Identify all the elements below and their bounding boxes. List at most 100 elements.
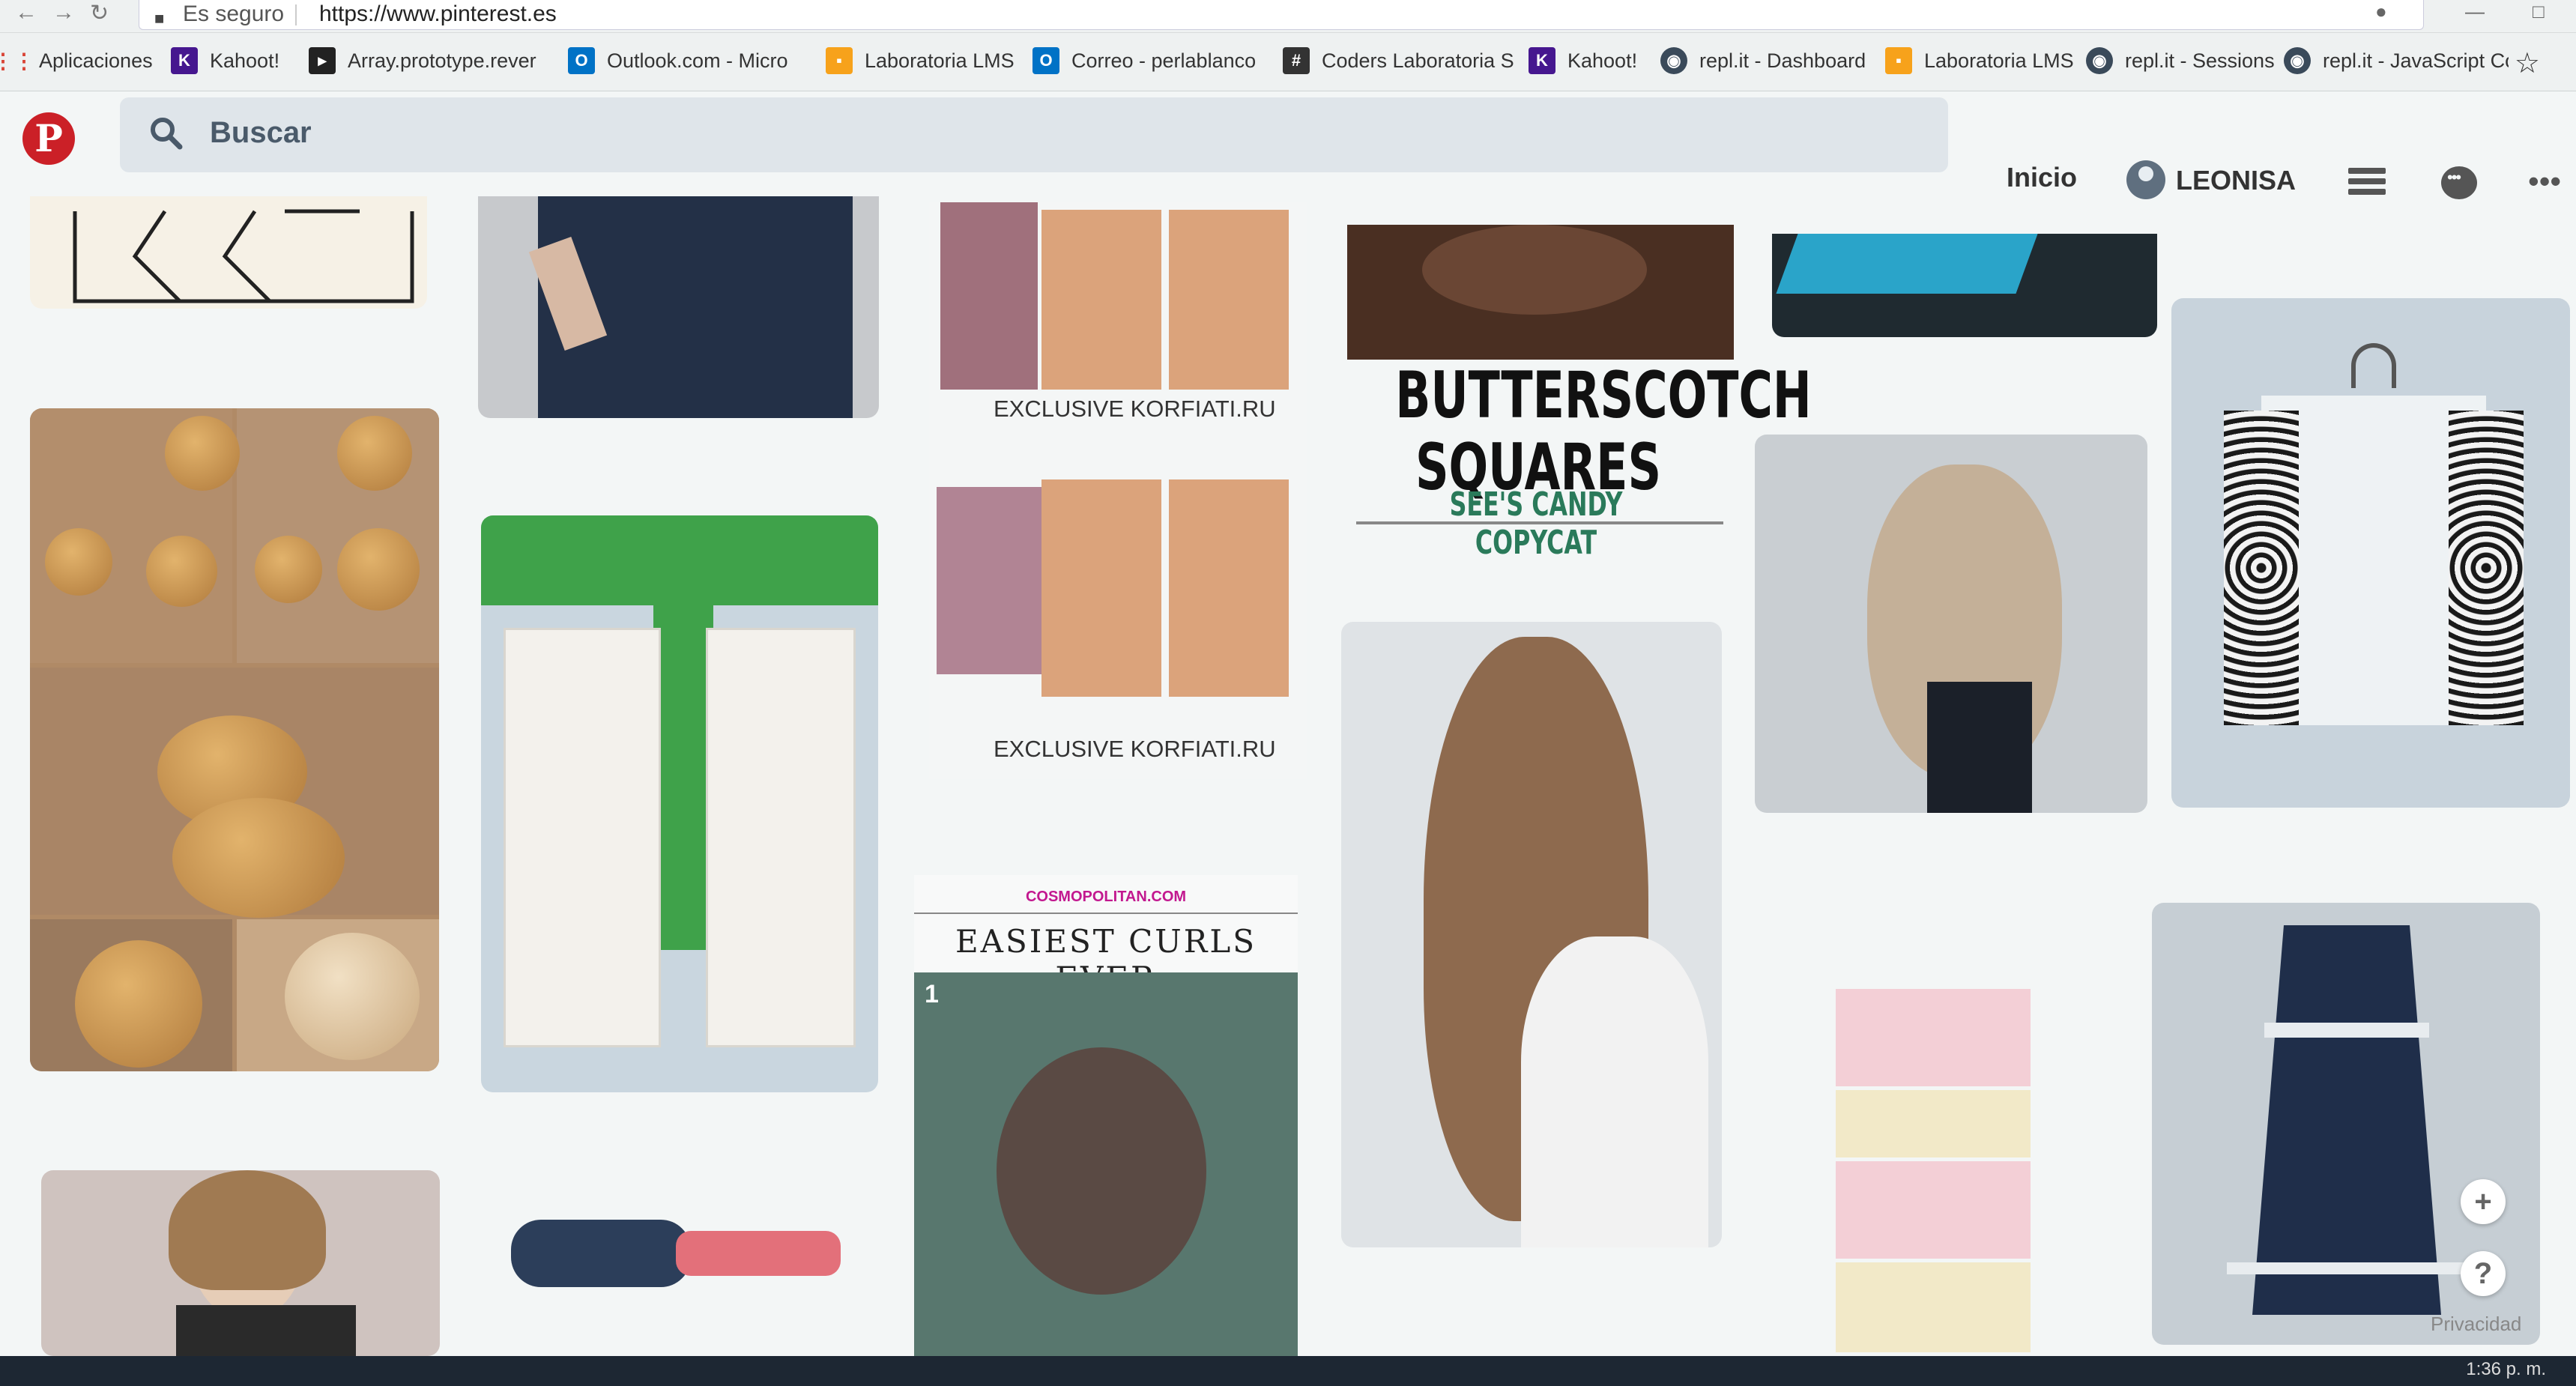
dough-ball bbox=[337, 528, 420, 611]
bookmark-label: Correo - perlablanco bbox=[1071, 49, 1257, 72]
minimize-icon[interactable]: — bbox=[2465, 0, 2485, 23]
dress-panel-right bbox=[2449, 411, 2524, 725]
chat-icon[interactable] bbox=[2441, 166, 2477, 199]
fabric-panel-right bbox=[706, 628, 856, 1047]
bookmark-replit-javascript[interactable]: ◉ repl.it - JavaScript Co bbox=[2284, 42, 2509, 79]
watermark-text: EXCLUSIVE KORFIATI.RU bbox=[994, 736, 1276, 762]
privacy-link[interactable]: Privacidad bbox=[2431, 1313, 2521, 1336]
dress-sash bbox=[2264, 1023, 2429, 1038]
pattern-piece bbox=[1041, 210, 1161, 390]
bookmark-star-icon[interactable]: ☆ bbox=[2515, 46, 2540, 80]
replit-icon: ◉ bbox=[2086, 47, 2113, 74]
pin-wedding-hair[interactable] bbox=[1341, 622, 1722, 1247]
hanger-icon bbox=[2351, 343, 2396, 388]
pin-skirt-patterns[interactable] bbox=[929, 202, 1307, 779]
bookmark-laboratoria-1[interactable]: ▪ Laboratoria LMS bbox=[826, 42, 1021, 79]
pattern-piece bbox=[1169, 210, 1289, 390]
step-number: 1 bbox=[925, 980, 939, 1008]
pin-hair-brush[interactable] bbox=[496, 1197, 856, 1302]
forward-icon[interactable]: → bbox=[52, 0, 75, 25]
fabric-panel-left bbox=[504, 628, 661, 1047]
more-options-icon[interactable]: ••• bbox=[2528, 166, 2561, 197]
search-input[interactable]: Buscar bbox=[120, 97, 1948, 172]
kahoot-icon: K bbox=[171, 47, 198, 74]
bookmark-label: Laboratoria LMS bbox=[865, 49, 1015, 72]
brush-handle bbox=[676, 1231, 841, 1276]
pin-source: COSMOPOLITAN.COM bbox=[1025, 889, 1187, 905]
slack-icon: # bbox=[1283, 47, 1310, 74]
cake-layer bbox=[1836, 1090, 2031, 1157]
dough-ball bbox=[255, 536, 322, 603]
pin-butterscotch-photo[interactable] bbox=[1347, 225, 1734, 360]
dough-ball bbox=[337, 416, 412, 491]
watermark-text: EXCLUSIVE KORFIATI.RU bbox=[994, 396, 1276, 422]
teal-shape bbox=[1776, 234, 2038, 294]
bookmark-label: Kahoot! bbox=[1567, 49, 1638, 72]
bookmark-array-prototype[interactable]: ▸ Array.prototype.rever bbox=[309, 42, 548, 79]
add-button[interactable]: + bbox=[2461, 1179, 2506, 1224]
bookmark-correo[interactable]: O Correo - perlablanco bbox=[1032, 42, 1265, 79]
url-text[interactable]: https://www.pinterest.es bbox=[319, 0, 557, 28]
search-icon bbox=[151, 118, 183, 150]
hair-shape bbox=[997, 1047, 1206, 1295]
mdn-icon: ▸ bbox=[309, 47, 336, 74]
taskbar: 1:36 p. m. bbox=[0, 1356, 2576, 1386]
bookmark-label: Outlook.com - Micro bbox=[607, 49, 788, 72]
home-link[interactable]: Inicio bbox=[2007, 162, 2077, 193]
secure-label: Es seguro bbox=[183, 1, 285, 26]
dough-ball bbox=[165, 416, 240, 491]
pattern-sketch-drawing bbox=[73, 209, 414, 303]
pinterest-logo-icon[interactable]: P bbox=[22, 112, 75, 165]
maximize-icon[interactable]: □ bbox=[2533, 0, 2545, 23]
replit-icon: ◉ bbox=[2284, 47, 2311, 74]
avatar[interactable] bbox=[2126, 160, 2165, 199]
pin-polka-dress[interactable] bbox=[2171, 298, 2570, 808]
pin-woman-braid[interactable] bbox=[41, 1170, 440, 1356]
bookmark-kahoot-1[interactable]: K Kahoot! bbox=[171, 42, 306, 79]
bookmark-laboratoria-2[interactable]: ▪ Laboratoria LMS bbox=[1885, 42, 2087, 79]
pin-pattern-sketch[interactable] bbox=[30, 196, 427, 309]
pin-funfetti-bars[interactable] bbox=[1791, 944, 2046, 1379]
help-button[interactable]: ? bbox=[2461, 1251, 2506, 1296]
cookie bbox=[285, 933, 420, 1060]
portrait-top bbox=[176, 1305, 356, 1356]
pin-braided-hair[interactable] bbox=[1755, 435, 2147, 813]
dress-hem bbox=[2227, 1262, 2467, 1274]
bookmark-replit-sessions[interactable]: ◉ repl.it - Sessions bbox=[2086, 42, 2281, 79]
bookmark-coders-laboratoria[interactable]: # Coders Laboratoria S bbox=[1283, 42, 1515, 79]
bookmark-label: Aplicaciones bbox=[39, 49, 153, 72]
pin-easiest-curls[interactable]: COSMOPOLITAN.COM EASIEST CURLS EVER 1 bbox=[914, 875, 1298, 1356]
dough-ball bbox=[45, 528, 112, 596]
green-fabric bbox=[653, 515, 713, 950]
bookmark-kahoot-2[interactable]: K Kahoot! bbox=[1529, 42, 1663, 79]
bookmark-label: repl.it - Dashboard bbox=[1699, 49, 1866, 72]
apps-grid-icon: ⋮⋮ bbox=[0, 49, 34, 73]
top-shape bbox=[1927, 682, 2032, 813]
back-icon[interactable]: ← bbox=[15, 0, 37, 25]
bookmark-apps[interactable]: ⋮⋮ Aplicaciones bbox=[0, 42, 165, 79]
user-name-link[interactable]: LEONISA bbox=[2176, 165, 2296, 196]
profile-icon[interactable]: ● bbox=[2375, 0, 2387, 23]
pin-navy-skirt[interactable] bbox=[478, 196, 879, 418]
bookmark-label: Laboratoria LMS bbox=[1924, 49, 2074, 72]
butterscotch-square bbox=[1422, 225, 1647, 315]
replit-icon: ◉ bbox=[1660, 47, 1687, 74]
dress-panel-left bbox=[2224, 411, 2299, 725]
pin-sewing-placket[interactable] bbox=[481, 515, 878, 1092]
bookmark-outlook[interactable]: O Outlook.com - Micro bbox=[568, 42, 800, 79]
address-bar[interactable]: ■ Es seguro https://www.pinterest.es bbox=[139, 0, 2424, 30]
divider bbox=[914, 913, 1298, 914]
bookmark-label: Coders Laboratoria S bbox=[1322, 49, 1514, 72]
menu-icon[interactable] bbox=[2348, 168, 2386, 198]
taskbar-clock: 1:36 p. m. bbox=[2466, 1359, 2546, 1379]
address-separator bbox=[295, 4, 297, 25]
pin-butterscotch-balls[interactable] bbox=[30, 408, 439, 1071]
dress-shape bbox=[2252, 925, 2441, 1315]
bookmark-label: Kahoot! bbox=[210, 49, 280, 72]
reload-icon[interactable]: ↻ bbox=[90, 0, 109, 26]
pin-teal-fabric[interactable] bbox=[1772, 234, 2157, 337]
search-placeholder: Buscar bbox=[210, 116, 312, 149]
portrait-hair bbox=[169, 1170, 326, 1290]
bookmark-label: Array.prototype.rever bbox=[348, 49, 536, 72]
bookmark-replit-dashboard[interactable]: ◉ repl.it - Dashboard bbox=[1660, 42, 1885, 79]
